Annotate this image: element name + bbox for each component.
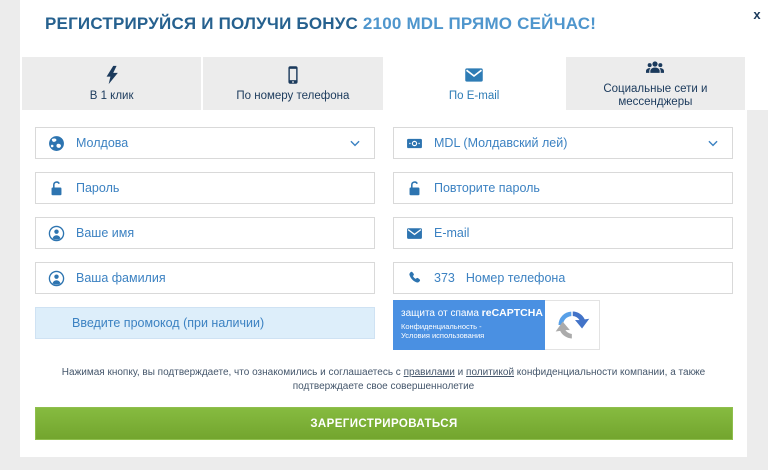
title-bonus-accent: 2100 MDL ПРЯМО СЕЙЧАС!	[363, 14, 596, 33]
recaptcha-title-text: защита от спама	[401, 308, 482, 319]
phone-input[interactable]	[466, 271, 720, 285]
privacy-link[interactable]: Конфиденциальность	[401, 322, 477, 331]
last-name-input[interactable]	[76, 271, 362, 285]
link-separator: -	[477, 322, 482, 331]
tab-label: По E-mail	[449, 90, 499, 103]
envelope-icon	[464, 65, 484, 85]
recaptcha-logo-box	[545, 300, 600, 350]
country-value: Молдова	[76, 136, 128, 150]
country-select[interactable]: Молдова	[35, 127, 375, 159]
currency-select[interactable]: MDL (Молдавский лей)	[393, 127, 733, 159]
recaptcha-brand: reCAPTCHA	[482, 307, 543, 319]
globe-icon	[48, 135, 65, 152]
recaptcha-title: защита от спама reCAPTCHA	[401, 307, 537, 320]
users-icon	[645, 58, 665, 78]
tab-label: Социальные сети и мессенджеры	[572, 83, 739, 108]
tab-by-email[interactable]: По E-mail	[385, 57, 564, 110]
close-icon[interactable]: x	[748, 6, 766, 24]
register-button[interactable]: ЗАРЕГИСТРИРОВАТЬСЯ	[35, 407, 733, 440]
terms-link[interactable]: Условия использования	[401, 331, 484, 340]
recaptcha-badge: защита от спама reCAPTCHA Конфиденциальн…	[393, 300, 545, 350]
registration-tabs: В 1 клик По номеру телефона По E-mail Со…	[22, 57, 745, 110]
phone-field-wrap: 373	[393, 262, 733, 294]
recaptcha-links: Конфиденциальность - Условия использован…	[401, 322, 511, 341]
title-main: РЕГИСТРИРУЙСЯ И ПОЛУЧИ БОНУС	[45, 14, 363, 33]
email-input[interactable]	[434, 226, 720, 240]
user-circle-icon	[48, 270, 65, 287]
chevron-down-icon	[348, 136, 362, 150]
rules-link[interactable]: правилами	[404, 367, 455, 378]
last-name-field-wrap	[35, 262, 375, 294]
legal-disclaimer: Нажимая кнопку, вы подтверждаете, что оз…	[50, 366, 717, 393]
chevron-down-icon	[706, 136, 720, 150]
currency-value: MDL (Молдавский лей)	[434, 136, 567, 150]
registration-modal: РЕГИСТРИРУЙСЯ И ПОЛУЧИ БОНУС 2100 MDL ПР…	[20, 0, 747, 457]
disclaimer-text: и	[455, 367, 466, 378]
lock-icon	[406, 180, 423, 197]
promo-field-wrap	[35, 307, 375, 339]
phone-handset-icon	[406, 270, 423, 287]
tab-by-phone[interactable]: По номеру телефона	[203, 57, 382, 110]
tab-label: По номеру телефона	[236, 90, 349, 103]
disclaimer-text: Нажимая кнопку, вы подтверждаете, что оз…	[62, 367, 404, 378]
registration-form: Молдова MDL (Молдавский лей)	[35, 127, 733, 350]
password-input[interactable]	[76, 181, 362, 195]
policy-link[interactable]: политикой	[466, 367, 514, 378]
recaptcha-logo-icon	[554, 307, 590, 343]
tab-one-click[interactable]: В 1 клик	[22, 57, 201, 110]
password-repeat-field-wrap	[393, 172, 733, 204]
page-title: РЕГИСТРИРУЙСЯ И ПОЛУЧИ БОНУС 2100 MDL ПР…	[45, 14, 722, 34]
tab-label: В 1 клик	[90, 90, 134, 103]
lightning-icon	[102, 65, 122, 85]
user-circle-icon	[48, 225, 65, 242]
email-field-wrap	[393, 217, 733, 249]
password-field-wrap	[35, 172, 375, 204]
phone-country-code: 373	[434, 271, 455, 285]
banknote-icon	[406, 135, 423, 152]
lock-icon	[48, 180, 65, 197]
tab-social-networks[interactable]: Социальные сети и мессенджеры	[566, 57, 745, 110]
envelope-icon	[406, 225, 423, 242]
password-repeat-input[interactable]	[434, 181, 720, 195]
recaptcha-widget[interactable]: защита от спама reCAPTCHA Конфиденциальн…	[393, 300, 733, 350]
first-name-input[interactable]	[76, 226, 362, 240]
first-name-field-wrap	[35, 217, 375, 249]
smartphone-icon	[283, 65, 303, 85]
promo-code-input[interactable]	[72, 316, 362, 330]
